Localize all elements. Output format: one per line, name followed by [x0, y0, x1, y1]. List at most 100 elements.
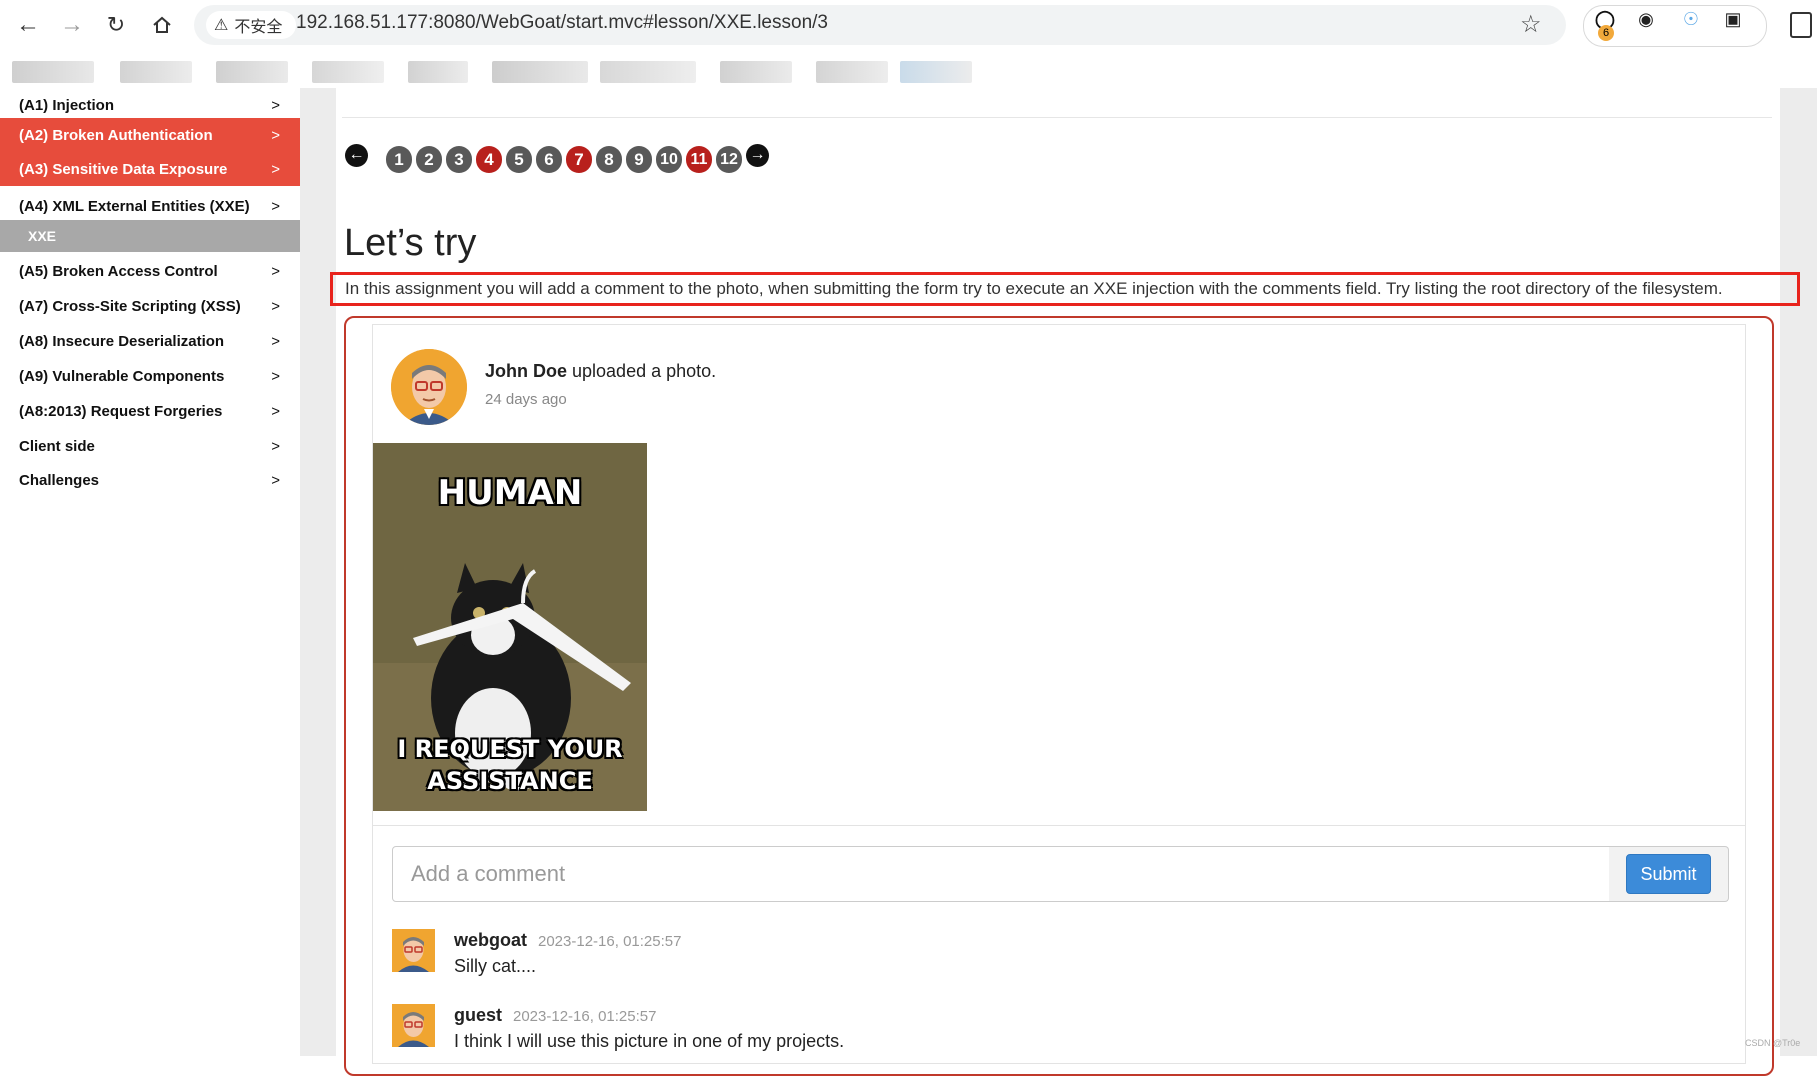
bookmark-item[interactable] — [312, 61, 384, 83]
comment-text: Silly cat.... — [454, 956, 537, 976]
page-button-11[interactable]: 11 — [686, 146, 712, 173]
puzzle-icon[interactable]: ▣ — [1720, 9, 1746, 31]
post-photo: HUMAN I REQUEST YOUR ASSISTANCE — [373, 443, 647, 811]
page-button-6[interactable]: 6 — [536, 146, 562, 173]
prev-page-icon[interactable]: ← — [345, 144, 368, 167]
sidebar-item-vulnerable-components[interactable]: (A9) Vulnerable Components > — [0, 359, 300, 393]
post-time: 24 days ago — [485, 391, 567, 408]
bookmark-item[interactable] — [408, 61, 468, 83]
sidebar-item-broken-access-control[interactable]: (A5) Broken Access Control > — [0, 254, 300, 288]
bookmark-star-icon[interactable]: ☆ — [1520, 10, 1542, 39]
sidebar-item-label: Challenges — [19, 471, 100, 489]
photo-caption-bottom-1: I REQUEST YOUR — [397, 735, 623, 763]
extension-badge: 6 — [1598, 25, 1614, 41]
page-button-3[interactable]: 3 — [446, 146, 472, 173]
comment-time: 2023-12-16, 01:25:57 — [513, 1008, 657, 1025]
sidebar-item-label: (A8) Insecure Deserialization — [19, 332, 225, 350]
page-button-5[interactable]: 5 — [506, 146, 532, 173]
page-button-12[interactable]: 12 — [716, 146, 742, 173]
photo-caption-top: HUMAN — [437, 473, 583, 513]
sidebar-item-label: (A2) Broken Authentication — [19, 126, 213, 144]
home-icon[interactable] — [144, 8, 180, 42]
bookmark-item[interactable] — [492, 61, 588, 83]
avatar — [392, 1004, 435, 1047]
back-icon[interactable]: ← — [10, 8, 46, 42]
chevron-right-icon: > — [271, 160, 280, 178]
chevron-right-icon: > — [271, 197, 280, 215]
bookmark-item[interactable] — [600, 61, 696, 83]
sidebar-item-sensitive-data-exposure[interactable]: (A3) Sensitive Data Exposure > — [0, 152, 300, 186]
sidebar-item-label: (A1) Injection — [19, 96, 115, 114]
bookmark-item[interactable] — [900, 61, 972, 83]
warning-icon: ⚠ — [214, 17, 229, 34]
page-button-10[interactable]: 10 — [656, 146, 682, 173]
post-header: John Doe uploaded a photo. — [485, 361, 716, 382]
comment-user: webgoat — [454, 930, 528, 950]
page-title: Let’s try — [344, 222, 477, 264]
divider — [342, 117, 1772, 118]
chevron-right-icon: > — [271, 471, 280, 489]
sidebar-item-label: (A4) XML External Entities (XXE) — [19, 197, 250, 215]
comment-input[interactable] — [392, 846, 1610, 902]
avatar — [392, 929, 435, 972]
chevron-right-icon: > — [271, 437, 280, 455]
bookmark-item[interactable] — [720, 61, 792, 83]
right-gutter — [1780, 88, 1817, 1056]
chevron-right-icon: > — [271, 367, 280, 385]
sidebar-item-label: (A5) Broken Access Control — [19, 262, 218, 280]
bookmark-item[interactable] — [12, 61, 94, 83]
page-button-8[interactable]: 8 — [596, 146, 622, 173]
page-button-4[interactable]: 4 — [476, 146, 502, 173]
page-button-1[interactable]: 1 — [386, 146, 412, 173]
comment-text: I think I will use this picture in one o… — [454, 1031, 845, 1051]
sidebar-item-request-forgeries[interactable]: (A8:2013) Request Forgeries > — [0, 394, 300, 428]
bookmark-item[interactable] — [120, 61, 192, 83]
next-page-icon[interactable]: → — [746, 144, 769, 167]
chevron-right-icon: > — [271, 297, 280, 315]
url-text[interactable]: 192.168.51.177:8080/WebGoat/start.mvc#le… — [296, 12, 828, 34]
bookmark-item[interactable] — [216, 61, 288, 83]
bookmarks-bar — [0, 50, 1817, 88]
comment-user: guest — [454, 1005, 503, 1025]
sidebar-item-broken-authentication[interactable]: (A2) Broken Authentication > — [0, 118, 300, 152]
photo-caption-bottom-2: ASSISTANCE — [427, 767, 593, 795]
submit-button[interactable]: Submit — [1626, 854, 1711, 894]
sidebar-item-insecure-deserialization[interactable]: (A8) Insecure Deserialization > — [0, 324, 300, 358]
side-panel-icon[interactable] — [1790, 12, 1812, 38]
hat-extension-icon[interactable]: ◉ — [1633, 9, 1659, 31]
eye-extension-icon[interactable]: ☉ — [1678, 9, 1704, 31]
chevron-right-icon: > — [271, 332, 280, 350]
chevron-right-icon: > — [271, 96, 280, 114]
sidebar-item-label: (A9) Vulnerable Components — [19, 367, 225, 385]
sidebar-item-injection[interactable]: (A1) Injection > — [0, 88, 300, 122]
watermark: CSDN @Tr0e — [1745, 1038, 1801, 1048]
left-gutter — [300, 88, 336, 1056]
page-button-2[interactable]: 2 — [416, 146, 442, 173]
sidebar-item-challenges[interactable]: Challenges > — [0, 463, 300, 497]
lesson-sidebar: (A1) Injection > (A2) Broken Authenticat… — [0, 88, 300, 1056]
bookmark-item[interactable] — [816, 61, 888, 83]
divider — [373, 825, 1745, 826]
forward-icon[interactable]: → — [54, 8, 90, 42]
page-button-9[interactable]: 9 — [626, 146, 652, 173]
security-chip[interactable]: ⚠ 不安全 — [206, 11, 297, 39]
chevron-right-icon: > — [271, 126, 280, 144]
chevron-right-icon: > — [271, 262, 280, 280]
post-author[interactable]: John Doe — [485, 361, 567, 381]
sidebar-subitem-xxe[interactable]: XXE — [0, 220, 300, 252]
browser-toolbar: ← → ↻ ⚠ 不安全 192.168.51.177:8080/WebGoat/… — [0, 0, 1817, 50]
reload-icon[interactable]: ↻ — [98, 8, 134, 42]
sidebar-item-label: (A7) Cross-Site Scripting (XSS) — [19, 297, 241, 315]
sidebar-item-label: (A3) Sensitive Data Exposure — [19, 160, 228, 178]
sidebar-item-label: (A8:2013) Request Forgeries — [19, 402, 223, 420]
page-button-7[interactable]: 7 — [566, 146, 592, 173]
avatar — [391, 349, 467, 425]
sidebar-item-client-side[interactable]: Client side > — [0, 429, 300, 463]
sidebar-item-xss[interactable]: (A7) Cross-Site Scripting (XSS) > — [0, 289, 300, 323]
security-label: 不安全 — [234, 19, 283, 36]
assignment-instruction: In this assignment you will add a commen… — [345, 279, 1723, 298]
sidebar-item-xxe[interactable]: (A4) XML External Entities (XXE) > — [0, 189, 300, 223]
chevron-right-icon: > — [271, 402, 280, 420]
sidebar-item-label: Client side — [19, 437, 95, 455]
post-action: uploaded a photo. — [567, 361, 717, 381]
